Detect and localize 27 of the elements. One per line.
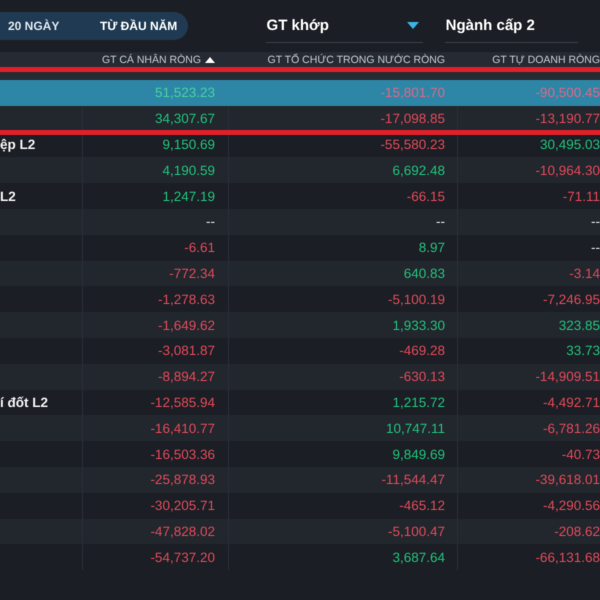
table-row[interactable]: -25,878.93 -11,544.47 -39,618.01 xyxy=(0,466,600,493)
table-cell: -66,131.68 xyxy=(457,544,600,570)
table-row[interactable]: í đốt L2 -12,585.94 1,215.72 -4,492.71 xyxy=(0,390,600,416)
table-row[interactable]: 4,190.59 6,692.48 -10,964.30 xyxy=(0,157,600,184)
table-cell-text: 51,523.23 xyxy=(154,84,216,102)
table-row[interactable]: -1,649.62 1,933.30 323.85 xyxy=(0,312,600,338)
period-tab[interactable]: TỪ ĐẦU NĂM xyxy=(92,12,186,40)
table-row[interactable]: L2 1,247.19 -66.15 -71.11 xyxy=(0,183,600,209)
table-row[interactable]: -772.34 640.83 -3.14 xyxy=(0,260,600,286)
sector-name: ệp L2 xyxy=(0,136,36,154)
table-row[interactable]: -8,894.27 -630.13 -14,909.51 xyxy=(0,364,600,390)
column-header[interactable]: GT TỔ CHỨC TRONG NƯỚC RÒNG xyxy=(228,52,457,80)
table-row[interactable]: -16,410.77 10,747.11 -6,781.26 xyxy=(0,415,600,442)
sector-name: í đốt L2 xyxy=(0,394,49,412)
column-header[interactable]: GT CÁ NHÂN RÒNG xyxy=(82,52,228,80)
table-cell-text: -15,801.70 xyxy=(379,84,446,102)
table-cell-text: -90,500.45 xyxy=(534,84,600,102)
table-cell: -54,737.20 xyxy=(82,544,228,570)
table-row[interactable]: 34,307.67 -17,098.85 -13,190.77 xyxy=(0,106,600,132)
table-row[interactable]: -47,828.02 -5,100.47 -208.62 xyxy=(0,518,600,544)
column-header[interactable]: GT TỰ DOANH RÒNG xyxy=(457,52,600,80)
period-tab[interactable]: 20 NGÀY xyxy=(0,12,92,40)
filter-dropdown[interactable]: Ngành cấp 2 xyxy=(444,9,578,43)
table-row[interactable]: -- -- -- xyxy=(0,208,600,235)
sector-name: L2 xyxy=(0,188,17,206)
filter-dropdown[interactable]: GT khớp xyxy=(266,9,423,43)
table-cell: 3,687.64 xyxy=(228,544,457,570)
